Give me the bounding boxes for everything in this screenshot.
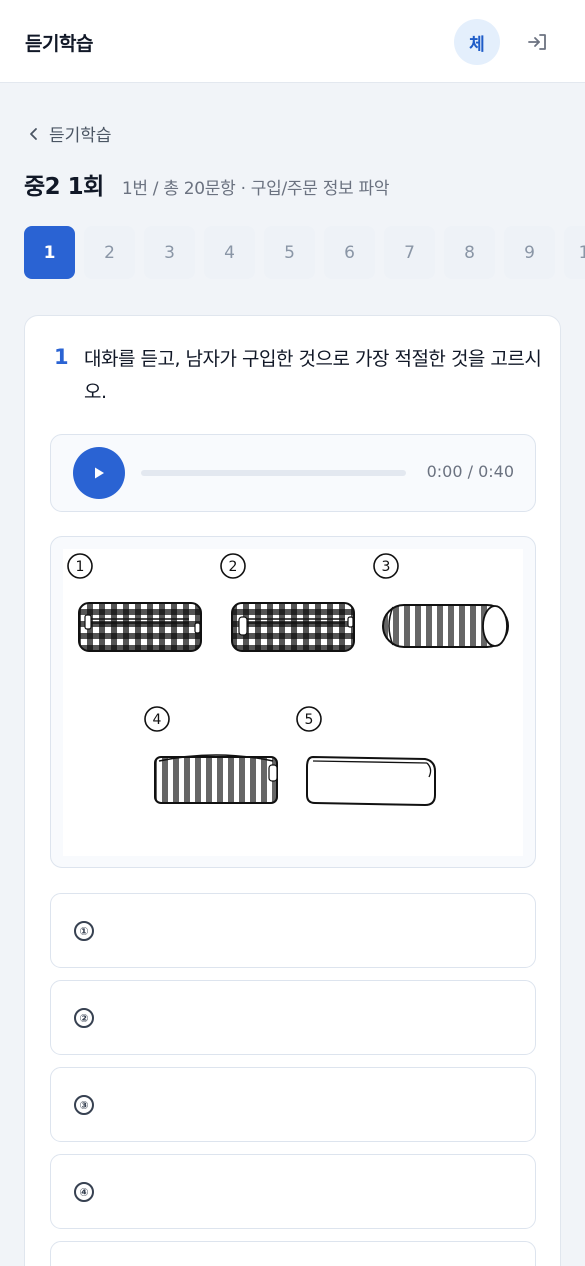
audio-progress-track[interactable] — [141, 470, 406, 476]
question-nav-item[interactable]: 1 — [24, 226, 75, 279]
pencil-cases-illustration: 1 2 3 4 5 — [67, 553, 509, 807]
pencil-case-4 — [154, 754, 278, 804]
option-mark: ④ — [74, 1182, 94, 1202]
option-mark: ③ — [74, 1095, 94, 1115]
svg-text:3: 3 — [382, 559, 391, 575]
question-nav-item[interactable]: 2 — [84, 226, 135, 279]
back-link[interactable]: 듣기학습 — [29, 121, 112, 146]
question-figure: 1 2 3 4 5 — [50, 536, 536, 868]
question-nav-item[interactable]: 9 — [504, 226, 555, 279]
pencil-case-1 — [78, 602, 202, 652]
question-card: 1 대화를 듣고, 남자가 구입한 것으로 가장 적절한 것을 고르시오. 0:… — [24, 315, 561, 1266]
question-navigator: 1 2 3 4 5 6 7 8 9 10 — [24, 226, 585, 280]
option-mark: ① — [74, 921, 94, 941]
exam-meta: 1번 / 총 20문항 · 구입/주문 정보 파악 — [121, 179, 390, 199]
pencil-case-3 — [382, 604, 509, 648]
top-app-bar: 듣기학습 체 — [0, 0, 585, 83]
user-avatar[interactable]: 체 — [454, 19, 500, 65]
question-nav-item[interactable]: 6 — [324, 226, 375, 279]
svg-text:1: 1 — [76, 559, 85, 575]
figure-label-1: 1 — [67, 553, 93, 579]
question-nav-item[interactable]: 7 — [384, 226, 435, 279]
exam-header: 중2 1회 1번 / 총 20문항 · 구입/주문 정보 파악 — [24, 167, 389, 201]
answer-option-1[interactable]: ① — [50, 893, 536, 968]
answer-option-3[interactable]: ③ — [50, 1067, 536, 1142]
question-text: 대화를 듣고, 남자가 구입한 것으로 가장 적절한 것을 고르시오. — [84, 348, 542, 403]
figure-label-5: 5 — [296, 706, 322, 732]
answer-option-2[interactable]: ② — [50, 980, 536, 1055]
app-title: 듣기학습 — [25, 33, 93, 55]
question-nav-item[interactable]: 3 — [144, 226, 195, 279]
audio-time: 0:00 / 0:40 — [426, 462, 514, 481]
logout-icon — [528, 34, 546, 50]
question-navigator-track: 1 2 3 4 5 6 7 8 9 10 — [24, 226, 585, 279]
svg-text:2: 2 — [229, 559, 238, 575]
play-icon — [95, 467, 104, 479]
audio-player: 0:00 / 0:40 — [50, 434, 536, 512]
figure-label-3: 3 — [373, 553, 399, 579]
option-mark: ② — [74, 1008, 94, 1028]
figure-label-2: 2 — [220, 553, 246, 579]
logout-button[interactable] — [524, 30, 550, 54]
pencil-case-5 — [306, 755, 436, 807]
svg-text:4: 4 — [153, 712, 162, 728]
chevron-left-icon — [30, 127, 37, 140]
back-link-label: 듣기학습 — [49, 126, 112, 146]
answer-option-4[interactable]: ④ — [50, 1154, 536, 1229]
figure-label-4: 4 — [144, 706, 170, 732]
question-nav-item[interactable]: 8 — [444, 226, 495, 279]
figure-image: 1 2 3 4 5 — [63, 549, 523, 856]
pencil-case-2 — [231, 602, 355, 652]
question-number: 1 — [54, 345, 69, 369]
svg-text:5: 5 — [305, 712, 314, 728]
answer-option-5[interactable]: ⑤ — [50, 1241, 536, 1266]
question-nav-item[interactable]: 5 — [264, 226, 315, 279]
play-button[interactable] — [73, 447, 125, 499]
question-nav-item[interactable]: 10 — [564, 226, 585, 279]
question-nav-item[interactable]: 4 — [204, 226, 255, 279]
exam-title: 중2 1회 — [24, 174, 104, 200]
